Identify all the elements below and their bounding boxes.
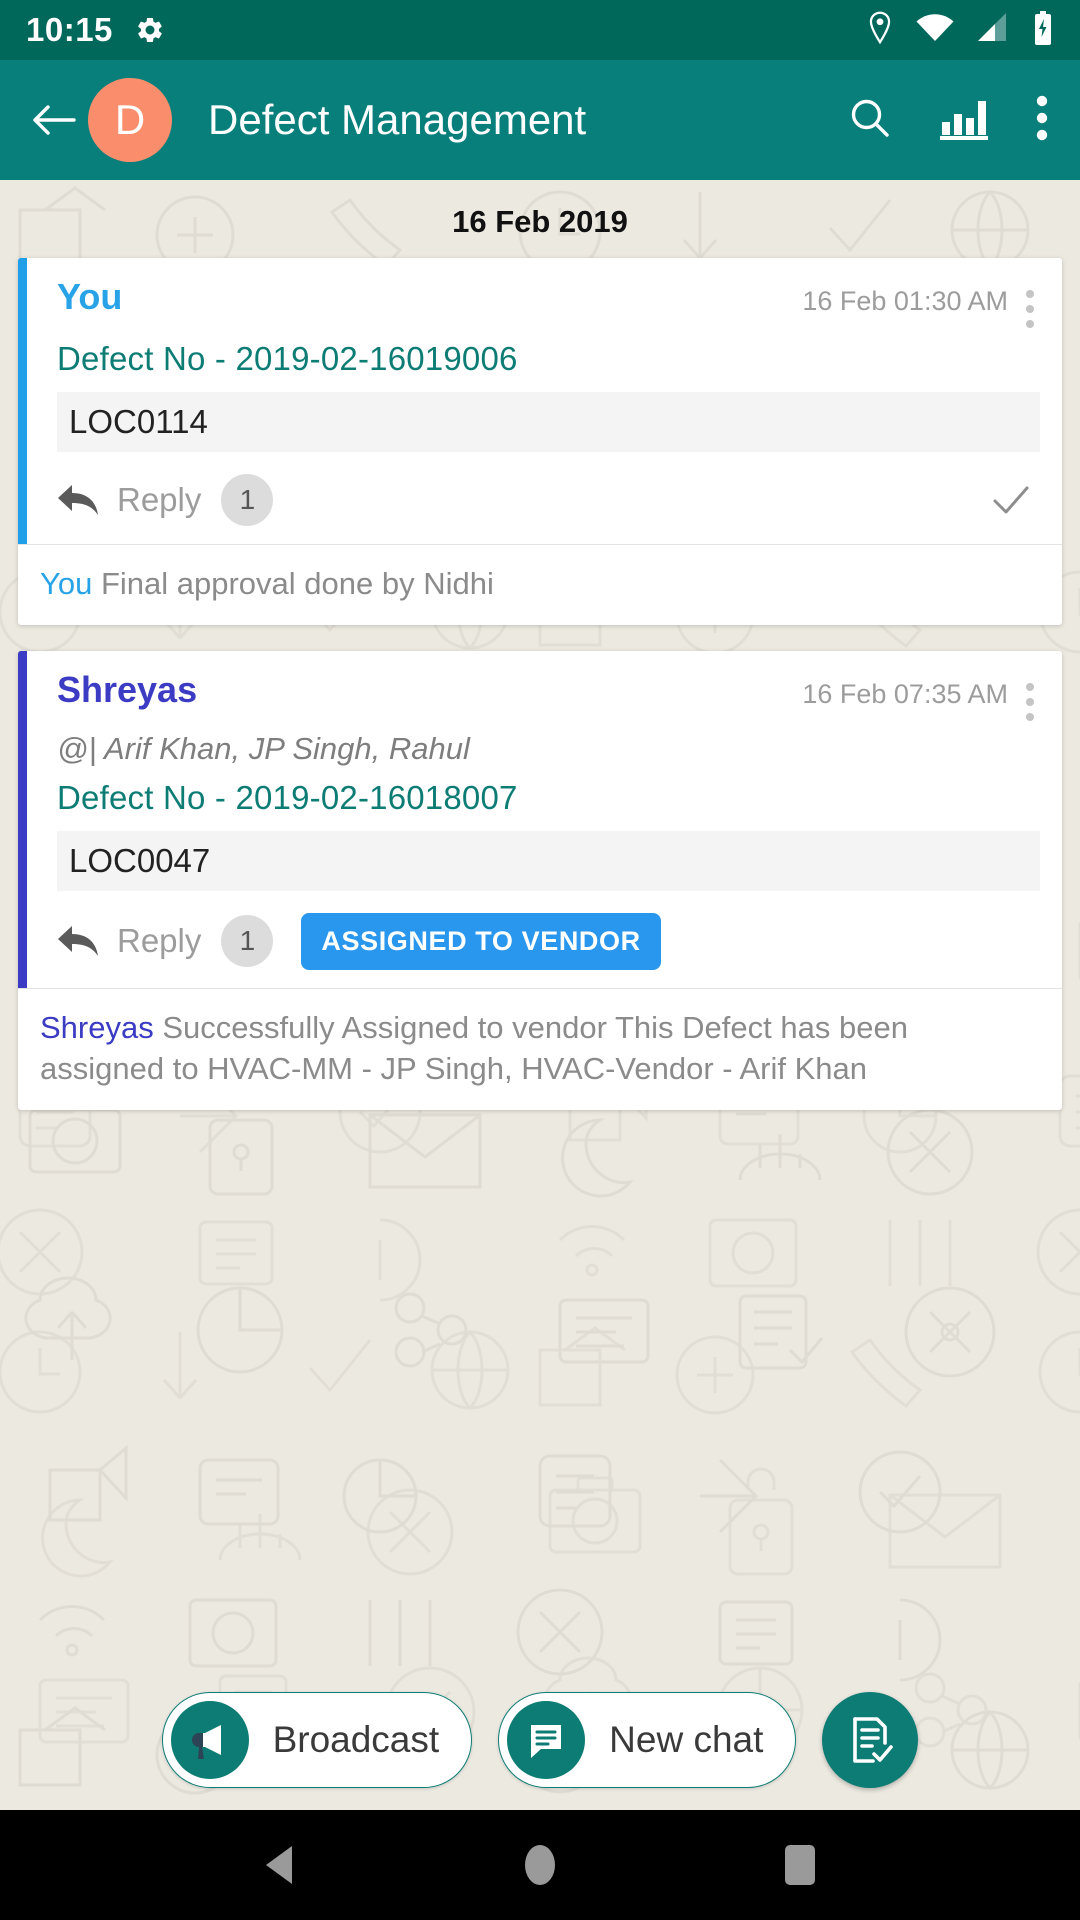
bottom-action-bar: Broadcast New chat <box>0 1692 1080 1810</box>
status-bar: 10:15 <box>0 0 1080 60</box>
status-bar-icons <box>866 10 1054 50</box>
reply-row[interactable]: Reply 1 ASSIGNED TO VENDOR <box>57 891 1040 988</box>
mention-line: @| Arif Khan, JP Singh, Rahul <box>57 730 470 766</box>
reply-row[interactable]: Reply 1 <box>57 452 1040 544</box>
message-sender: Shreyas <box>57 668 198 710</box>
new-chat-label: New chat <box>609 1719 764 1760</box>
search-icon[interactable] <box>848 96 892 145</box>
message-card[interactable]: You 16 Feb 01:30 AM Defect No - 2019-02-… <box>18 258 1062 625</box>
broadcast-button[interactable]: Broadcast <box>161 1692 473 1788</box>
footer-sender: Shreyas <box>40 1009 154 1045</box>
reply-arrow-icon[interactable] <box>57 483 99 517</box>
message-body: You 16 Feb 01:30 AM Defect No - 2019-02-… <box>18 258 1062 544</box>
reply-label[interactable]: Reply <box>117 481 201 519</box>
date-divider: 16 Feb 2019 <box>452 204 628 239</box>
message-timestamp: 16 Feb 01:30 AM <box>802 286 1008 316</box>
chat-bubble-icon <box>507 1701 586 1779</box>
message-header: Shreyas 16 Feb 07:35 AM <box>57 669 1040 721</box>
message-meta: 16 Feb 01:30 AM <box>802 276 1040 328</box>
message-overflow-icon[interactable] <box>1026 679 1040 721</box>
megaphone-icon <box>170 1701 249 1779</box>
document-check-icon[interactable] <box>822 1692 919 1788</box>
reply-count-badge: 1 <box>221 474 274 526</box>
phone-screen: 10:15 D Defect Management 16 Feb 2019 Yo… <box>0 0 1080 1920</box>
footer-text: Successfully Assigned to vendor This Def… <box>40 1009 908 1087</box>
app-bar-actions <box>848 95 1054 146</box>
reply-label[interactable]: Reply <box>117 922 201 960</box>
message-body: Shreyas 16 Feb 07:35 AM @| Arif Khan, JP… <box>18 650 1062 988</box>
message-timestamp: 16 Feb 07:35 AM <box>802 678 1008 709</box>
footer-sender: You <box>40 566 93 601</box>
new-chat-button[interactable]: New chat <box>498 1692 797 1788</box>
chat-body[interactable]: 16 Feb 2019 You 16 Feb 01:30 AM Defect N… <box>0 180 1080 1810</box>
nav-recents-icon[interactable] <box>755 1820 845 1910</box>
message-card[interactable]: Shreyas 16 Feb 07:35 AM @| Arif Khan, JP… <box>18 650 1062 1110</box>
defect-number: Defect No - 2019-02-16018007 <box>57 778 518 816</box>
nav-home-icon[interactable] <box>495 1820 585 1910</box>
reply-count-badge: 1 <box>221 915 274 968</box>
overflow-menu-icon[interactable] <box>1036 95 1048 146</box>
avatar[interactable]: D <box>88 78 172 162</box>
message-footer: Shreyas Successfully Assigned to vendor … <box>18 987 1062 1110</box>
app-bar: D Defect Management <box>0 60 1080 180</box>
gear-icon <box>135 15 165 45</box>
back-arrow-icon[interactable] <box>26 92 82 148</box>
message-overflow-icon[interactable] <box>1026 286 1040 328</box>
message-sender: You <box>57 276 123 317</box>
signal-icon <box>976 12 1010 48</box>
status-bar-clock: 10:15 <box>26 11 113 48</box>
nav-back-icon[interactable] <box>235 1820 325 1910</box>
defect-number: Defect No - 2019-02-16019006 <box>57 340 518 377</box>
wifi-icon <box>916 13 954 48</box>
chat-message-list: 16 Feb 2019 You 16 Feb 01:30 AM Defect N… <box>0 180 1080 1110</box>
message-header: You 16 Feb 01:30 AM <box>57 276 1040 328</box>
delivered-check-icon <box>992 484 1040 516</box>
message-meta: 16 Feb 07:35 AM <box>802 669 1040 721</box>
bar-chart-icon[interactable] <box>940 96 988 145</box>
footer-text: Final approval done by Nidhi <box>100 566 494 601</box>
page-title: Defect Management <box>208 96 587 143</box>
message-footer: You Final approval done by Nidhi <box>18 544 1062 625</box>
status-badge[interactable]: ASSIGNED TO VENDOR <box>301 912 661 970</box>
location-icon <box>866 11 894 50</box>
broadcast-label: Broadcast <box>272 1719 440 1760</box>
android-nav-bar <box>0 1810 1080 1920</box>
location-code: LOC0114 <box>57 392 1040 452</box>
location-code: LOC0047 <box>57 830 1040 891</box>
battery-charging-icon <box>1032 10 1054 50</box>
reply-arrow-icon[interactable] <box>57 924 99 958</box>
avatar-initial: D <box>114 96 146 143</box>
